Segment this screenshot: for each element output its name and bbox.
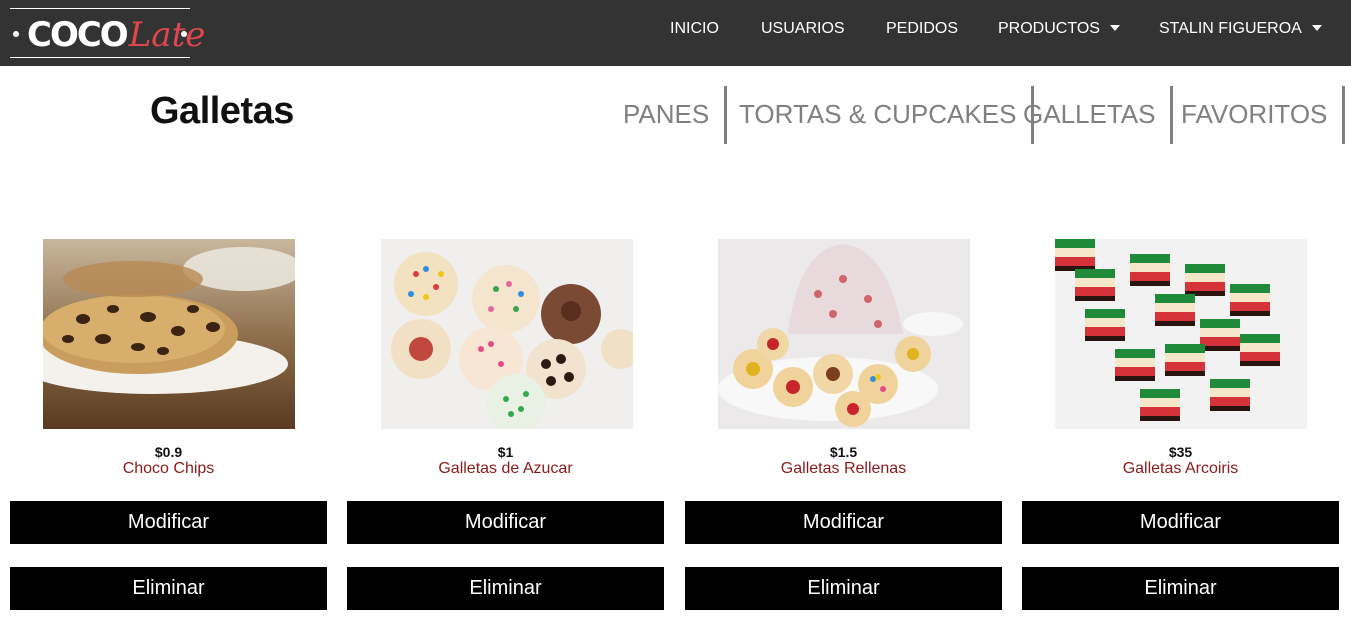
- category-panes[interactable]: PANES: [623, 86, 728, 144]
- delete-button[interactable]: Eliminar: [347, 567, 664, 610]
- product-name[interactable]: Galletas de Azucar: [347, 460, 664, 478]
- logo-dot-right: [181, 31, 187, 37]
- category-tortas-cupcakes[interactable]: TORTAS & CUPCAKES: [739, 86, 1035, 144]
- product-image: [43, 239, 295, 429]
- chevron-down-icon: [1311, 24, 1322, 31]
- nav-usuarios[interactable]: USUARIOS: [761, 0, 845, 66]
- product-name[interactable]: Choco Chips: [10, 460, 327, 478]
- brand-wordmark: COCOLate: [27, 15, 206, 55]
- product-name[interactable]: Galletas Arcoiris: [1022, 460, 1339, 478]
- product-card: $0.9 Choco Chips Modificar Eliminar: [10, 239, 327, 611]
- nav-productos-dropdown[interactable]: PRODUCTOS: [998, 0, 1120, 66]
- chevron-down-icon: [1109, 24, 1120, 31]
- category-favoritos[interactable]: FAVORITOS: [1181, 86, 1346, 144]
- product-card: $1.5 Galletas Rellenas Modificar Elimina…: [685, 239, 1002, 611]
- product-image: [381, 239, 633, 429]
- modify-button[interactable]: Modificar: [685, 501, 1002, 544]
- modify-button[interactable]: Modificar: [10, 501, 327, 544]
- delete-button[interactable]: Eliminar: [685, 567, 1002, 610]
- nav-inicio[interactable]: INICIO: [670, 0, 719, 66]
- nav-user-dropdown[interactable]: STALIN FIGUEROA: [1159, 0, 1322, 66]
- product-price: $35: [1168, 444, 1193, 460]
- product-price: $1: [497, 444, 514, 460]
- nav-user-label: STALIN FIGUEROA: [1159, 20, 1302, 37]
- product-card: $1 Galletas de Azucar Modificar Eliminar: [347, 239, 664, 611]
- product-price: $0.9: [154, 444, 183, 460]
- product-image: [718, 239, 970, 429]
- nav-pedidos[interactable]: PEDIDOS: [886, 0, 958, 66]
- product-image: [1055, 239, 1307, 429]
- category-galletas[interactable]: GALLETAS: [1023, 86, 1174, 144]
- top-navbar: COCOLate INICIO USUARIOS PEDIDOS PRODUCT…: [0, 0, 1351, 66]
- product-card: $35 Galletas Arcoiris Modificar Eliminar: [1022, 239, 1339, 611]
- product-price: $1.5: [829, 444, 858, 460]
- product-name[interactable]: Galletas Rellenas: [685, 460, 1002, 478]
- delete-button[interactable]: Eliminar: [10, 567, 327, 610]
- modify-button[interactable]: Modificar: [347, 501, 664, 544]
- delete-button[interactable]: Eliminar: [1022, 567, 1339, 610]
- page-title: Galletas: [150, 90, 294, 132]
- modify-button[interactable]: Modificar: [1022, 501, 1339, 544]
- nav-productos-label: PRODUCTOS: [998, 20, 1100, 37]
- logo-dot-left: [13, 31, 19, 37]
- brand-logo[interactable]: COCOLate: [10, 8, 205, 58]
